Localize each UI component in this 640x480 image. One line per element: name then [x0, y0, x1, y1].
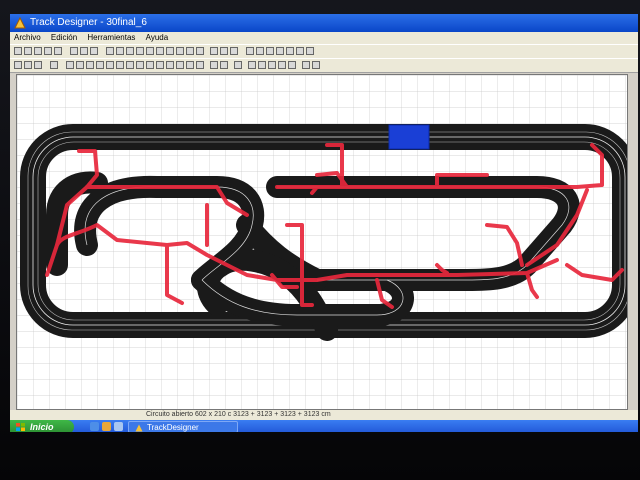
piece-icon-27[interactable] — [302, 61, 310, 69]
piece-icon-24[interactable] — [268, 61, 276, 69]
title-bar: Track Designer - 30final_6 — [10, 14, 638, 32]
start-button[interactable]: Inicio — [10, 420, 74, 432]
piece-icon-25[interactable] — [278, 61, 286, 69]
rotate-right-icon[interactable] — [256, 47, 264, 55]
rotate-left-icon[interactable] — [246, 47, 254, 55]
open-icon[interactable] — [24, 47, 32, 55]
zoom-in-icon[interactable] — [210, 47, 218, 55]
menu-ayuda[interactable]: Ayuda — [142, 32, 173, 44]
piece-icon-3[interactable] — [34, 61, 42, 69]
piece-icon-28[interactable] — [312, 61, 320, 69]
pieces-toolbar — [10, 58, 638, 73]
move-right-icon[interactable] — [296, 47, 304, 55]
tool-icon-c[interactable] — [126, 47, 134, 55]
window-title: Track Designer - 30final_6 — [30, 17, 147, 28]
move-left-icon[interactable] — [286, 47, 294, 55]
grid-icon[interactable] — [230, 47, 238, 55]
piece-icon-19[interactable] — [210, 61, 218, 69]
status-bar: Circuito abierto 602 x 210 c 3123 + 3123… — [10, 410, 638, 420]
save-icon[interactable] — [34, 47, 42, 55]
piece-icon-7[interactable] — [86, 61, 94, 69]
piece-icon-26[interactable] — [288, 61, 296, 69]
screen: Track Designer - 30final_6 Archivo Edici… — [10, 14, 638, 432]
menu-archivo[interactable]: Archivo — [10, 32, 45, 44]
track-layout[interactable] — [17, 75, 638, 409]
piece-icon-18[interactable] — [196, 61, 204, 69]
tool-icon-d[interactable] — [136, 47, 144, 55]
tool-icon-f[interactable] — [156, 47, 164, 55]
piece-icon-22[interactable] — [248, 61, 256, 69]
piece-icon-15[interactable] — [166, 61, 174, 69]
piece-icon-14[interactable] — [156, 61, 164, 69]
piece-icon-6[interactable] — [76, 61, 84, 69]
piece-icon-23[interactable] — [258, 61, 266, 69]
piece-icon-13[interactable] — [146, 61, 154, 69]
desktop-icon[interactable] — [114, 422, 123, 431]
monitor-bezel: Track Designer - 30final_6 Archivo Edici… — [0, 0, 640, 480]
piece-icon-8[interactable] — [96, 61, 104, 69]
piece-icon-16[interactable] — [176, 61, 184, 69]
paste-icon[interactable] — [90, 47, 98, 55]
menu-bar: Archivo Edición Herramientas Ayuda — [10, 32, 638, 44]
tool-icon-e[interactable] — [146, 47, 154, 55]
tool-icon-i[interactable] — [186, 47, 194, 55]
cut-icon[interactable] — [70, 47, 78, 55]
taskbar-item-label: TrackDesigner — [147, 423, 199, 432]
menu-edicion[interactable]: Edición — [47, 32, 81, 44]
move-down-icon[interactable] — [266, 47, 274, 55]
tool-icon-h[interactable] — [176, 47, 184, 55]
preview-icon[interactable] — [54, 47, 62, 55]
taskbar: Inicio TrackDesigner — [10, 420, 638, 432]
piece-icon-21[interactable] — [234, 61, 242, 69]
piece-icon-12[interactable] — [136, 61, 144, 69]
selected-track-piece[interactable] — [388, 124, 430, 150]
design-canvas[interactable] — [16, 74, 638, 410]
tool-icon-b[interactable] — [116, 47, 124, 55]
copy-icon[interactable] — [80, 47, 88, 55]
main-toolbar — [10, 44, 638, 59]
status-text: Circuito abierto 602 x 210 c 3123 + 3123… — [146, 411, 331, 418]
piece-icon-5[interactable] — [66, 61, 74, 69]
browser-icon[interactable] — [90, 422, 99, 431]
start-label: Inicio — [30, 422, 54, 432]
app-icon — [135, 424, 143, 432]
media-icon[interactable] — [102, 422, 111, 431]
zoom-out-icon[interactable] — [220, 47, 228, 55]
menu-herramientas[interactable]: Herramientas — [83, 32, 139, 44]
piece-icon-11[interactable] — [126, 61, 134, 69]
quick-launch — [90, 422, 130, 432]
tool-icon-g[interactable] — [166, 47, 174, 55]
new-icon[interactable] — [14, 47, 22, 55]
taskbar-item-trackdesigner[interactable]: TrackDesigner — [128, 421, 238, 432]
piece-icon-2[interactable] — [24, 61, 32, 69]
app-icon — [14, 17, 26, 29]
tool-icon-j[interactable] — [196, 47, 204, 55]
print-icon[interactable] — [44, 47, 52, 55]
piece-icon-1[interactable] — [14, 61, 22, 69]
move-up-icon[interactable] — [276, 47, 284, 55]
piece-icon-17[interactable] — [186, 61, 194, 69]
piece-icon-4[interactable] — [50, 61, 58, 69]
windows-logo-icon — [16, 423, 25, 431]
tool-icon-a[interactable] — [106, 47, 114, 55]
piece-icon-9[interactable] — [106, 61, 114, 69]
piece-icon-20[interactable] — [220, 61, 228, 69]
piece-icon-10[interactable] — [116, 61, 124, 69]
center-icon[interactable] — [306, 47, 314, 55]
